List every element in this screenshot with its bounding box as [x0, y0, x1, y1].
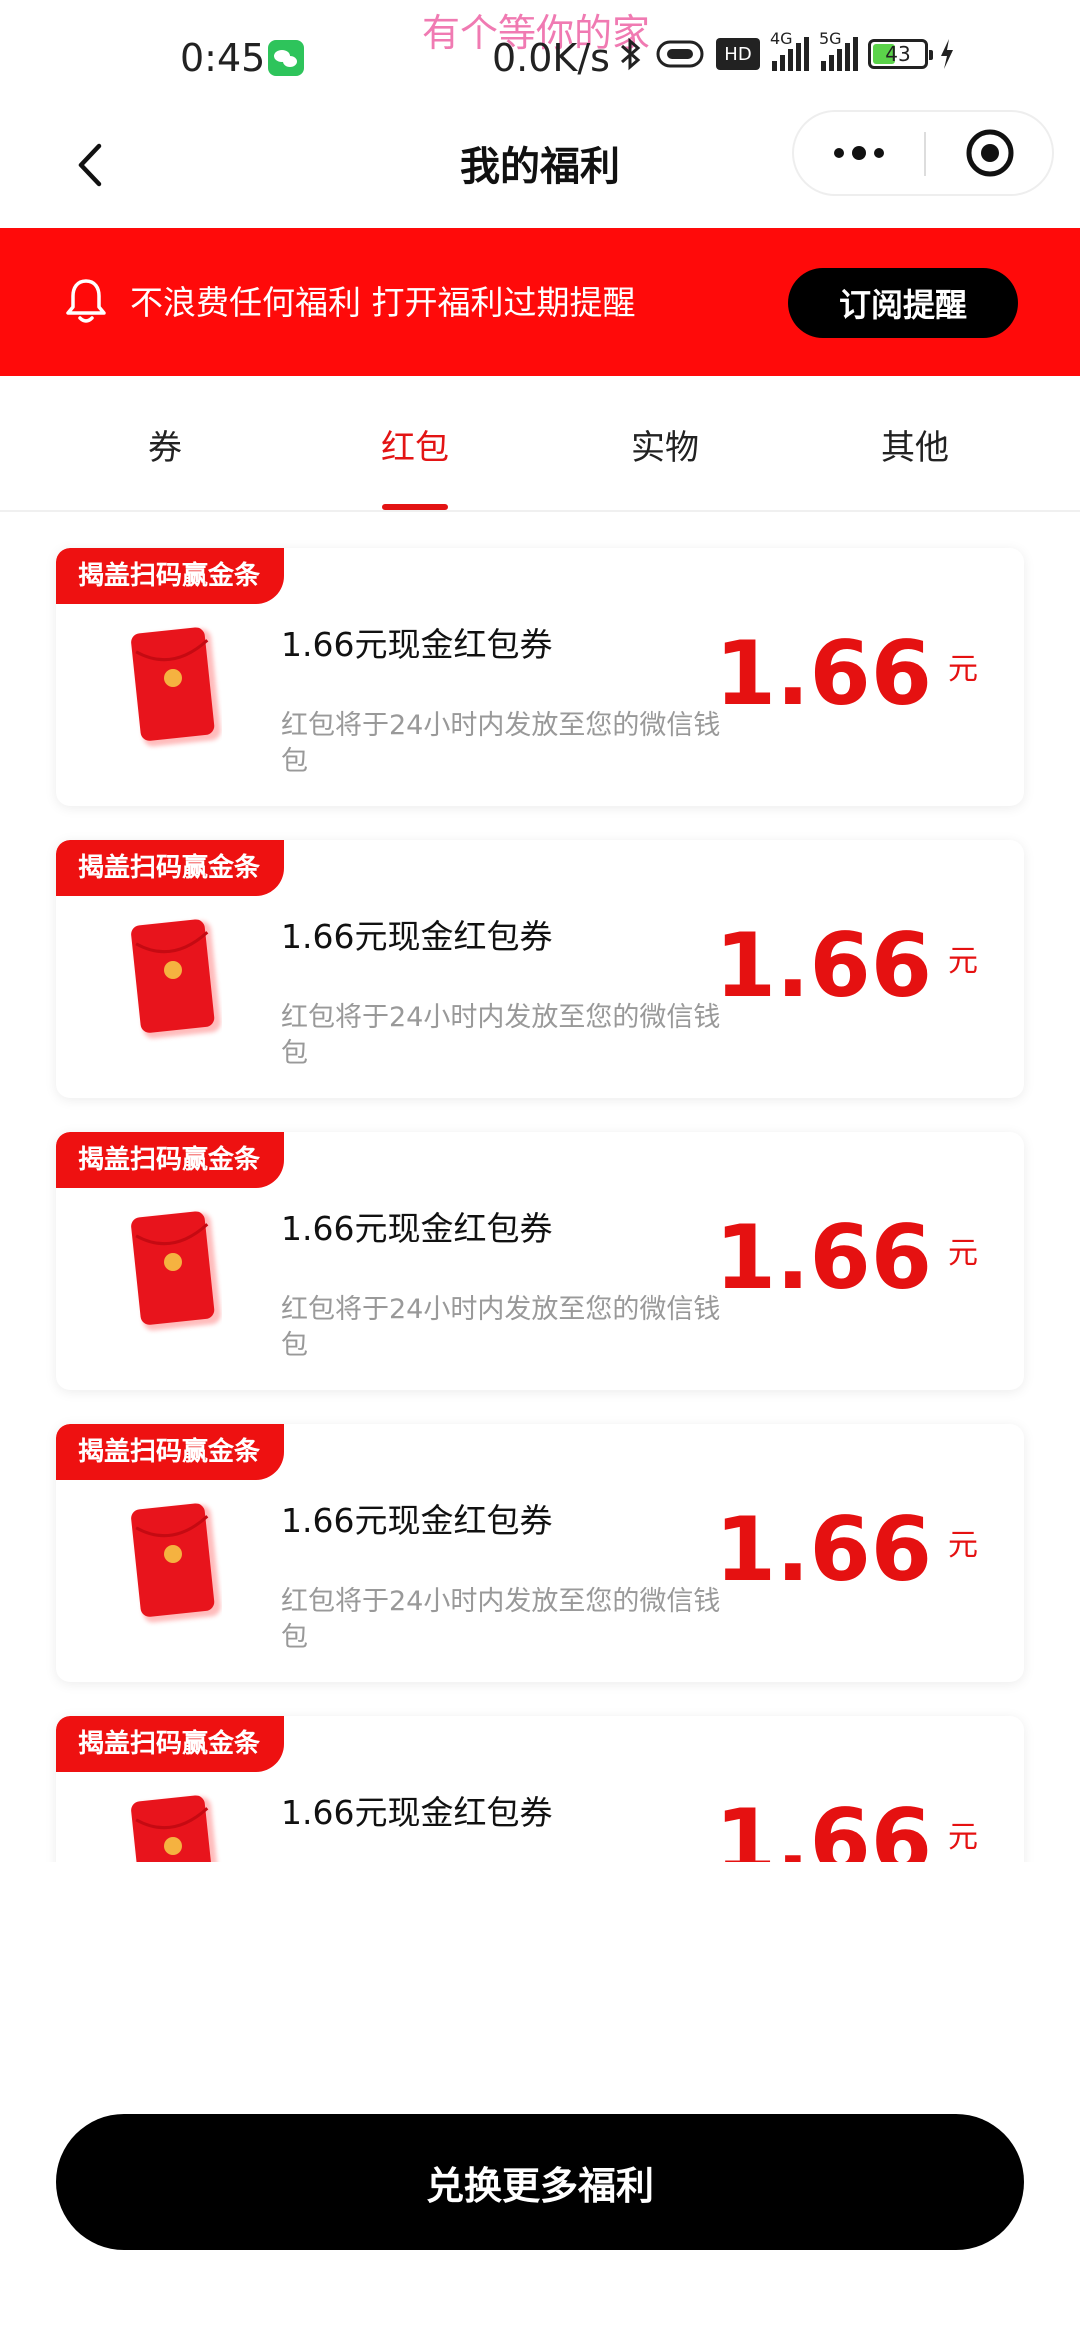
subscribe-reminder-button[interactable]: 订阅提醒	[788, 268, 1018, 338]
card-currency-unit: 元	[948, 1236, 978, 1271]
banner-text: 不浪费任何福利 打开福利过期提醒	[130, 283, 636, 322]
red-packet-card[interactable]: 揭盖扫码赢金条1.66元现金红包券红包将于24小时内发放至您的微信钱包1.66元	[56, 1716, 1024, 1862]
card-description: 红包将于24小时内发放至您的微信钱包	[281, 1294, 721, 1361]
card-tag: 揭盖扫码赢金条	[56, 1132, 285, 1188]
redeem-more-button[interactable]: 兑换更多福利	[56, 2114, 1024, 2250]
card-amount: 1.66	[714, 1790, 932, 1862]
target-icon	[966, 129, 1014, 177]
tab-physical[interactable]: 实物	[540, 420, 790, 469]
signal-4g-icon: 4G	[770, 29, 809, 71]
tab-other[interactable]: 其他	[790, 420, 1040, 469]
vibrate-icon	[654, 38, 706, 70]
card-amount: 1.66	[714, 1206, 932, 1309]
tab-coupon[interactable]: 券	[40, 420, 290, 469]
card-amount: 1.66	[714, 1498, 932, 1601]
signal-4g-label: 4G	[770, 29, 793, 48]
nav-bar: 我的福利	[0, 110, 1080, 226]
red-packet-card[interactable]: 揭盖扫码赢金条 1.66元现金红包券红包将于24小时内发放至您的微信钱包1.66 元	[56, 840, 1024, 1098]
red-packet-card[interactable]: 揭盖扫码赢金条 1.66元现金红包券红包将于24小时内发放至您的微信钱包1.66 元	[56, 548, 1024, 806]
tab-red-packet[interactable]: 红包	[290, 420, 540, 469]
card-description: 红包将于24小时内发放至您的微信钱包	[281, 1586, 721, 1653]
card-title: 1.66元现金红包券	[281, 625, 553, 664]
card-title: 1.66元现金红包券	[281, 917, 553, 956]
red-packet-card[interactable]: 揭盖扫码赢金条 1.66元现金红包券红包将于24小时内发放至您的微信钱包1.66 元	[56, 1132, 1024, 1390]
signal-5g-icon: 5G	[819, 29, 858, 71]
status-icons: HD 4G 5G 43	[618, 29, 956, 72]
category-tabs: 券 红包 实物 其他	[0, 376, 1080, 512]
card-amount: 1.66	[714, 622, 932, 725]
card-description: 红包将于24小时内发放至您的微信钱包	[281, 710, 721, 777]
card-title: 1.66元现金红包券	[281, 1209, 553, 1248]
reminder-banner: 不浪费任何福利 打开福利过期提醒 订阅提醒	[0, 228, 1080, 376]
status-time: 0:45	[180, 36, 266, 80]
card-currency-unit: 元	[948, 944, 978, 979]
card-currency-unit: 元	[948, 1528, 978, 1563]
red-packet-icon	[131, 919, 221, 1039]
bell-icon	[64, 276, 108, 330]
battery-icon: 43	[868, 39, 933, 69]
card-title: 1.66元现金红包券	[281, 1501, 553, 1540]
active-tab-indicator	[382, 504, 448, 510]
card-tag: 揭盖扫码赢金条	[56, 1716, 285, 1772]
red-packet-icon	[131, 627, 221, 747]
card-currency-unit: 元	[948, 1820, 978, 1855]
red-packet-icon	[131, 1211, 221, 1331]
card-amount: 1.66	[714, 914, 932, 1017]
card-title: 1.66元现金红包券	[281, 1793, 553, 1832]
wechat-icon	[268, 40, 304, 76]
close-miniprogram-button[interactable]	[926, 112, 1054, 194]
network-speed: 0.0K/s	[492, 36, 610, 80]
bluetooth-icon	[618, 36, 644, 72]
more-button[interactable]	[794, 112, 924, 194]
battery-level: 43	[885, 42, 911, 66]
card-description: 红包将于24小时内发放至您的微信钱包	[281, 1002, 721, 1069]
card-tag: 揭盖扫码赢金条	[56, 1424, 285, 1480]
card-tag: 揭盖扫码赢金条	[56, 840, 285, 896]
red-packet-icon	[131, 1503, 221, 1623]
red-packet-icon	[131, 1795, 221, 1862]
more-dots-icon	[834, 146, 884, 160]
red-packet-list: 揭盖扫码赢金条 1.66元现金红包券 红包将于24小时内发放至您的微信钱包 1.66 元…	[0, 512, 1080, 1862]
charging-icon	[938, 37, 956, 71]
miniprogram-capsule	[792, 110, 1054, 196]
red-packet-card[interactable]: 揭盖扫码赢金条 1.66元现金红包券红包将于24小时内发放至您的微信钱包1.66 元	[56, 1424, 1024, 1682]
status-bar: 0:45 有个等你的家 0.0K/s HD 4G 5G 43	[0, 0, 1080, 120]
hd-badge: HD	[716, 38, 760, 70]
card-currency-unit: 元	[948, 652, 978, 687]
card-tag: 揭盖扫码赢金条	[56, 548, 285, 604]
signal-5g-label: 5G	[819, 29, 842, 48]
